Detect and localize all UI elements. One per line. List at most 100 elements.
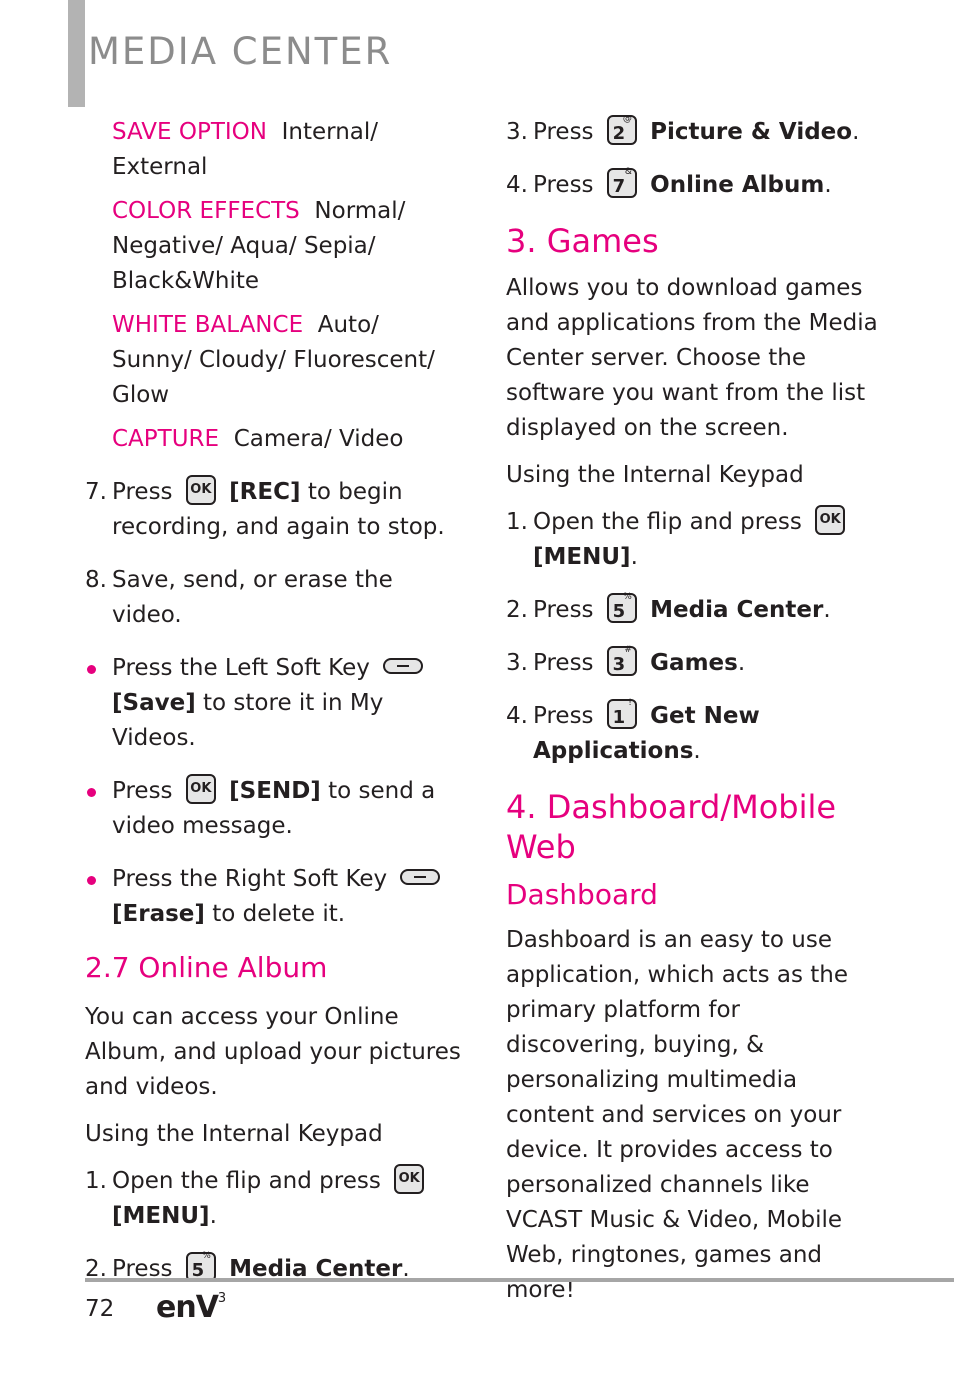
bullet-text: Press: [112, 778, 173, 804]
album-step-1: 1. Open the flip and press OK [MENU].: [85, 1163, 465, 1234]
ok-key-icon: OK: [185, 773, 216, 804]
key-7-icon: 7 &: [606, 166, 637, 198]
keypad-label: Using the Internal Keypad: [85, 1121, 383, 1147]
step-text: Press: [533, 597, 594, 623]
ok-key-icon: OK: [185, 474, 216, 505]
games-step-4: 4. Press 1! Get New Applications.: [506, 697, 886, 769]
keypad-label: Using the Internal Keypad: [506, 462, 804, 488]
step-text: Press: [533, 172, 594, 198]
key-symbol: @: [622, 113, 632, 124]
key-2-icon: 2 @: [606, 113, 637, 145]
games-paragraph: Allows you to download games and applica…: [506, 275, 878, 441]
right-soft-key-icon: [400, 868, 441, 885]
section-heading-online-album: 2.7 Online Album: [85, 951, 328, 984]
online-album-paragraph: You can access your Online Album, and up…: [85, 1004, 461, 1100]
step-text: Press: [533, 650, 594, 676]
option-value: Camera/ Video: [233, 426, 404, 452]
key-digit: 1: [612, 706, 626, 728]
step-number: 2.: [506, 597, 528, 623]
key-3-icon: 3 #: [606, 645, 637, 676]
bullet-dot-icon: [87, 788, 96, 797]
key-digit: 3: [612, 653, 626, 675]
page-number: 72: [85, 1296, 115, 1322]
key-1-icon: 1!: [606, 697, 637, 729]
bullet-erase: Press the Right Soft Key [Erase] to dele…: [85, 862, 465, 932]
step-text: Press: [112, 479, 173, 505]
key-digit: 5: [612, 600, 626, 622]
step-number: 1.: [85, 1168, 107, 1194]
games-step-3: 3. Press 3 # Games.: [506, 645, 886, 681]
step-text: .: [737, 650, 746, 676]
bullet-dot-icon: [87, 665, 96, 674]
step-action: [MENU]: [112, 1203, 210, 1229]
key-digit: 2: [612, 122, 626, 144]
header-bar: [68, 0, 85, 107]
section-heading-games: 3. Games: [506, 222, 659, 260]
option-label: SAVE OPTION: [112, 119, 267, 145]
step-action: Picture & Video: [650, 119, 853, 145]
bullet-action: [SEND]: [229, 778, 321, 804]
page-header-title: MEDIA CENTER: [88, 30, 393, 73]
bullet-action: [Erase]: [112, 901, 205, 927]
option-label: WHITE BALANCE: [112, 312, 304, 338]
bullet-send: Press OK [SEND] to send a video message.: [85, 773, 465, 844]
bullet-text: Press the Left Soft Key: [112, 655, 370, 681]
bullet-action: [Save]: [112, 690, 196, 716]
key-symbol: %: [623, 591, 632, 602]
step-text: .: [209, 1203, 217, 1229]
step-text: .: [824, 172, 832, 198]
step-text: .: [852, 119, 860, 145]
option-color-effects: COLOR EFFECTS Normal/ Negative/ Aqua/ Se…: [112, 194, 465, 299]
option-capture: CAPTURE Camera/ Video: [112, 422, 465, 457]
step-action: [REC]: [229, 479, 301, 505]
step-action: Online Album: [650, 172, 825, 198]
step-text: Save, send, or erase the video.: [112, 567, 393, 628]
step-action: [MENU]: [533, 544, 631, 570]
key-5-icon: 5%: [185, 1250, 216, 1282]
step-number: 4.: [506, 703, 528, 729]
key-digit: 7: [612, 175, 626, 197]
key-symbol: &: [624, 166, 632, 177]
option-label: COLOR EFFECTS: [112, 198, 300, 224]
step-number: 1.: [506, 509, 528, 535]
left-column: SAVE OPTION Internal/ External COLOR EFF…: [85, 115, 465, 1305]
games-step-1: 1. Open the flip and press OK [MENU].: [506, 504, 886, 575]
option-label: CAPTURE: [112, 426, 220, 452]
right-column: 3. Press 2 @ Picture & Video. 4. Press 7 &…: [506, 113, 886, 1320]
bullet-save: Press the Left Soft Key [Save] to store …: [85, 651, 465, 756]
step-text: .: [630, 544, 638, 570]
ok-key-icon: OK: [394, 1163, 425, 1194]
step-number: 7.: [85, 479, 107, 505]
step-8: 8. Save, send, or erase the video.: [85, 563, 465, 633]
key-symbol: %: [202, 1250, 211, 1261]
step-number: 4.: [506, 172, 528, 198]
step-text: Open the flip and press: [533, 509, 802, 535]
bullet-text: Press the Right Soft Key: [112, 866, 388, 892]
brand-name: enV: [156, 1290, 219, 1325]
key-symbol: !: [628, 697, 632, 708]
brand-superscript: 3: [217, 1291, 226, 1306]
option-save: SAVE OPTION Internal/ External: [112, 115, 465, 185]
album-step-3: 3. Press 2 @ Picture & Video.: [506, 113, 886, 150]
footer-divider: [85, 1278, 954, 1282]
step-action: Media Center: [650, 597, 824, 623]
option-white-balance: WHITE BALANCE Auto/ Sunny/ Cloudy/ Fluor…: [112, 308, 465, 413]
brand-logo: enV3: [156, 1290, 226, 1325]
step-text: .: [693, 738, 701, 764]
step-text: Press: [533, 119, 594, 145]
section-heading-dashboard-mobile-web: 4. Dashboard/Mobile Web: [506, 788, 837, 866]
step-text: Open the flip and press: [112, 1168, 381, 1194]
step-number: 3.: [506, 119, 528, 145]
step-number: 3.: [506, 650, 528, 676]
step-action: Games: [650, 650, 738, 676]
left-soft-key-icon: [383, 657, 424, 674]
step-text: Press: [533, 703, 594, 729]
subheading-dashboard: Dashboard: [506, 878, 658, 911]
bullet-dot-icon: [87, 876, 96, 885]
step-7: 7. Press OK [REC] to begin recording, an…: [85, 474, 465, 545]
games-step-2: 2. Press 5% Media Center.: [506, 591, 886, 628]
step-number: 8.: [85, 567, 107, 593]
bullet-text: to delete it.: [212, 901, 346, 927]
dashboard-paragraph: Dashboard is an easy to use application,…: [506, 927, 848, 1303]
key-5-icon: 5%: [606, 591, 637, 623]
